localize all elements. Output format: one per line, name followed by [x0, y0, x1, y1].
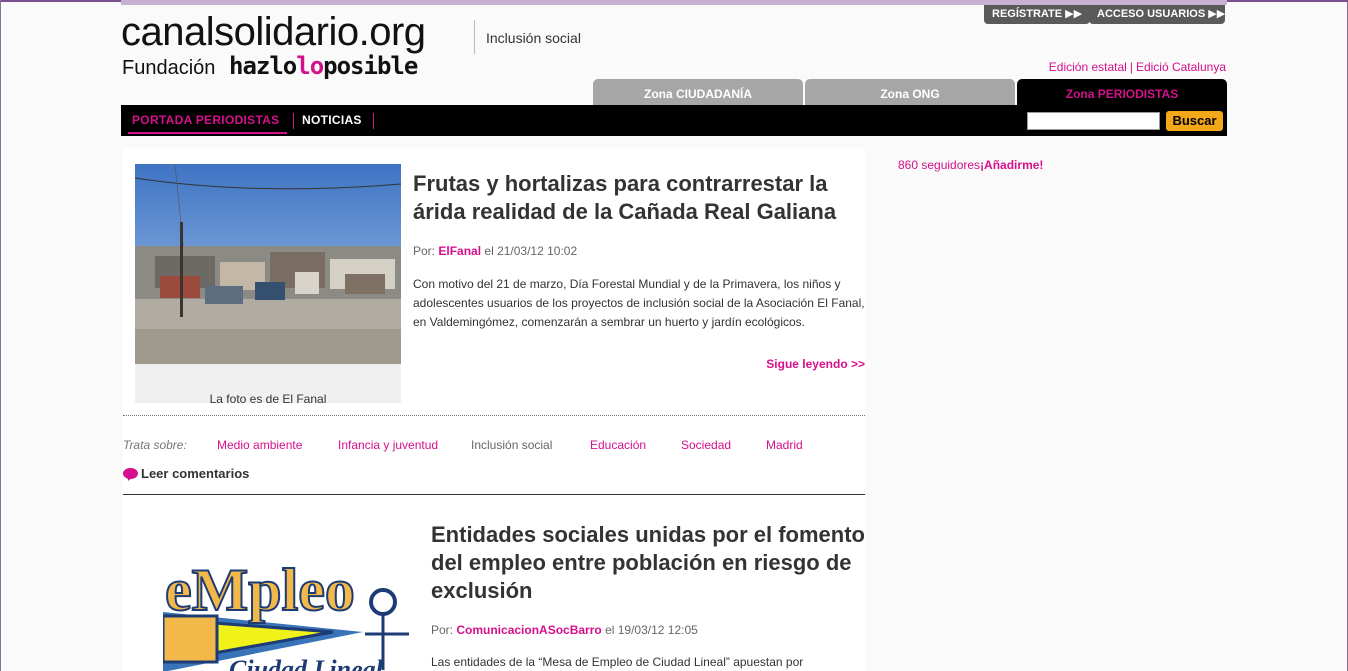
article-byline: Por: ComunicacionASocBarro el 19/03/12 1… — [431, 623, 698, 637]
byline-prefix: Por: — [431, 623, 454, 637]
page-wrapper: canalsolidario.org Inclusión social Fund… — [121, 0, 1227, 671]
tab-zona-periodistas[interactable]: Zona PERIODISTAS — [1017, 79, 1227, 105]
section-tagline: Inclusión social — [486, 30, 581, 46]
article-title[interactable]: Frutas y hortalizas para contrarrestar l… — [413, 170, 865, 226]
followers-widget: 860 seguidores¡Añadirme! — [898, 158, 1043, 172]
dotted-divider — [123, 415, 865, 416]
user-login-button[interactable]: ACCESO USUARIOS ▶▶ — [1089, 5, 1225, 24]
posible-part: posible — [323, 52, 418, 80]
edition-state-link[interactable]: Edición estatal — [1049, 60, 1127, 74]
followers-count: 860 seguidores — [898, 158, 981, 172]
foundation-label: Fundación — [122, 57, 216, 79]
article-summary: Con motivo del 21 de marzo, Día Forestal… — [413, 277, 865, 329]
hazlo-part: hazlo — [229, 52, 297, 80]
comment-bubble-icon — [123, 468, 138, 479]
edition-links: Edición estatal | Edició Catalunya — [1049, 60, 1226, 74]
empleo-logo-sub: Ciudad Lineal — [229, 655, 384, 671]
byline-prefix: Por: — [413, 244, 436, 258]
article-byline: Por: ElFanal el 21/03/12 10:02 — [413, 244, 577, 258]
tag-link[interactable]: Educación — [590, 438, 646, 452]
comments-label: Leer comentarios — [141, 466, 250, 481]
nav-item-noticias[interactable]: NOTICIAS — [302, 113, 362, 127]
lo-part: lo — [296, 52, 324, 80]
read-comments-link[interactable]: Leer comentarios — [123, 466, 249, 481]
article-author-link[interactable]: ElFanal — [438, 244, 481, 258]
article-list: La foto es de El Fanal Frutas y hortaliz… — [123, 148, 865, 671]
tag-link[interactable]: Sociedad — [681, 438, 731, 452]
article-divider — [123, 494, 865, 495]
active-nav-underline — [128, 132, 287, 134]
tag-link[interactable]: Madrid — [766, 438, 803, 452]
logo-divider — [474, 20, 475, 54]
site-logo[interactable]: canalsolidario.org — [121, 10, 426, 54]
register-button[interactable]: REGÍSTRATE ▶▶ — [984, 5, 1091, 24]
empleo-logo-word: eMpleo — [165, 557, 355, 623]
nav-divider — [373, 113, 374, 129]
tag-link[interactable]: Infancia y juventud — [338, 438, 438, 452]
article-title[interactable]: Entidades sociales unidas por el fomento… — [431, 521, 865, 605]
article-summary: Las entidades de la “Mesa de Empleo de C… — [431, 655, 804, 669]
join-link[interactable]: ¡Añadirme! — [980, 158, 1043, 172]
nav-item-portada-periodistas[interactable]: PORTADA PERIODISTAS — [132, 113, 280, 127]
edition-divider: | — [1129, 60, 1133, 74]
tags-label: Trata sobre: — [123, 438, 187, 452]
main-nav: PORTADA PERIODISTAS NOTICIAS Buscar — [121, 105, 1227, 136]
article-author-link[interactable]: ComunicacionASocBarro — [456, 623, 601, 637]
tag-current: Inclusión social — [471, 438, 553, 452]
article-date: el 21/03/12 10:02 — [484, 244, 578, 258]
hazloposible-logo[interactable]: hazloloposible — [229, 52, 418, 80]
tab-zona-ong[interactable]: Zona ONG — [805, 79, 1015, 105]
edition-catalunya-link[interactable]: Edició Catalunya — [1136, 60, 1226, 74]
photo-caption: La foto es de El Fanal — [209, 392, 327, 406]
search-button[interactable]: Buscar — [1166, 111, 1223, 131]
read-more-link[interactable]: Sigue leyendo >> — [766, 357, 865, 371]
search-input[interactable] — [1027, 112, 1160, 130]
tab-zona-ciudadania[interactable]: Zona CIUDADANÍA — [593, 79, 803, 105]
article-date: el 19/03/12 12:05 — [605, 623, 698, 637]
tag-link[interactable]: Medio ambiente — [217, 438, 302, 452]
nav-divider — [293, 113, 294, 129]
empleo-logo-image[interactable]: eMpleo Ciudad Lineal — [163, 520, 423, 671]
article-photo-box: La foto es de El Fanal — [135, 164, 401, 406]
article-photo[interactable] — [135, 164, 401, 364]
